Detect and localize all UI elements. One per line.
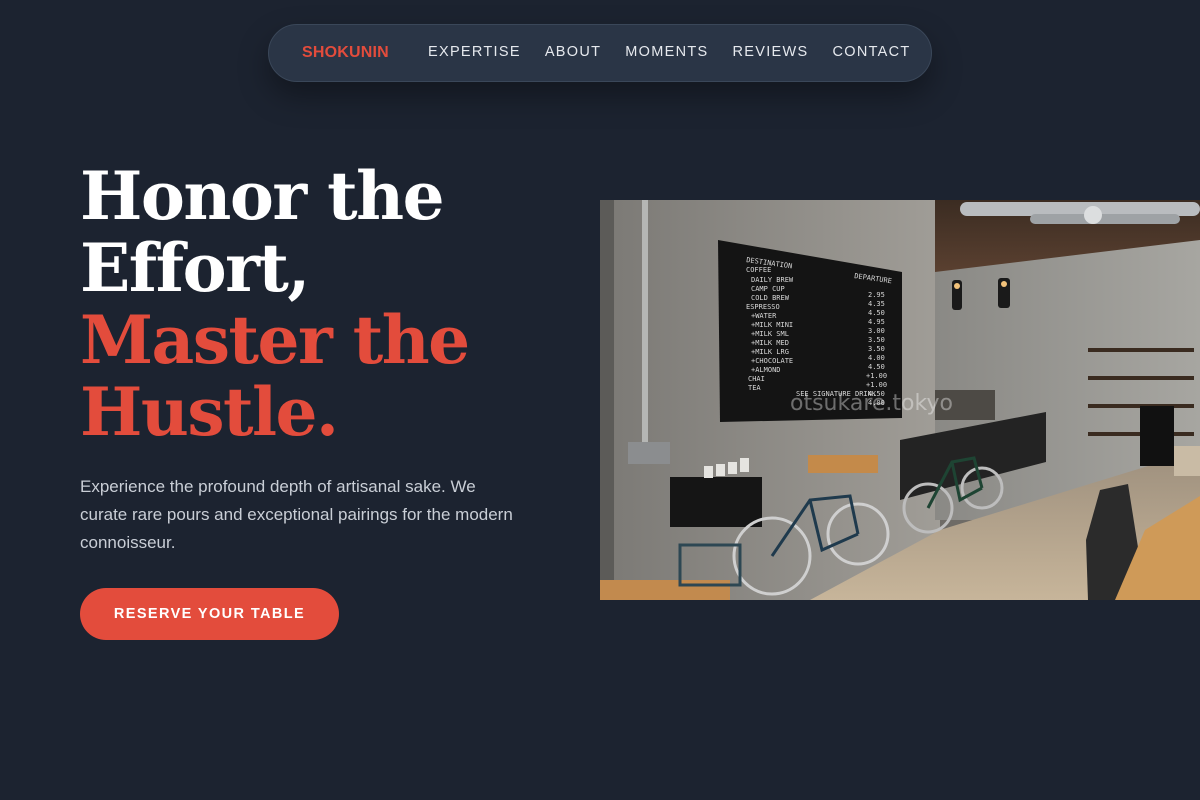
board-item: +MILK MED	[751, 339, 789, 347]
headline-line-2: Effort,	[80, 229, 310, 307]
board-item: DAILY BREW	[751, 276, 794, 284]
board-price: 4.00	[868, 354, 885, 362]
reserve-table-button[interactable]: RESERVE YOUR TABLE	[80, 588, 339, 640]
board-price: 3.50	[868, 336, 885, 344]
nav-link-reviews[interactable]: REVIEWS	[733, 44, 809, 60]
board-price: 3.00	[868, 327, 885, 335]
brand-logo[interactable]: SHOKUNIN	[302, 44, 389, 62]
hero-description: Experience the profound depth of artisan…	[80, 477, 513, 552]
board-price: 4.50	[868, 309, 885, 317]
board-item: +MILK SML	[751, 330, 789, 338]
board-item: CAMP CUP	[751, 285, 785, 293]
board-item: +MILK LRG	[751, 348, 789, 356]
board-item: ESPRESSO	[746, 303, 780, 311]
board-item: TEA	[748, 384, 761, 392]
nav-link-about[interactable]: ABOUT	[545, 44, 601, 60]
board-item: CHAI	[748, 375, 765, 383]
board-item: COFFEE	[746, 266, 771, 274]
board-price: 2.95	[868, 291, 885, 299]
board-item: +ALMOND	[751, 366, 781, 374]
board-item: +WATER	[751, 312, 777, 320]
headline-line-3: Master the	[80, 301, 470, 379]
board-price: +1.00	[866, 372, 887, 380]
board-item: +CHOCOLATE	[751, 357, 793, 365]
board-price: 3.50	[868, 345, 885, 353]
headline-line-1: Honor the	[80, 157, 445, 235]
nav-link-contact[interactable]: CONTACT	[832, 44, 910, 60]
cafe-interior-photo: DESTINATION DEPARTURE COFFEE DAILY BREW …	[600, 200, 1200, 600]
board-item: +MILK MINI	[751, 321, 793, 329]
nav-link-expertise[interactable]: EXPERTISE	[428, 44, 521, 60]
board-price: +1.00	[866, 381, 887, 389]
page: SHOKUNIN EXPERTISE ABOUT MOMENTS REVIEWS…	[0, 0, 1200, 800]
photo-watermark: otsukare.tokyo	[790, 391, 953, 416]
hero-headline: Honor the Effort, Master the Hustle.	[80, 160, 560, 448]
nav-link-moments[interactable]: MOMENTS	[625, 44, 708, 60]
top-nav: SHOKUNIN EXPERTISE ABOUT MOMENTS REVIEWS…	[268, 24, 932, 82]
board-item: COLD BREW	[751, 294, 790, 302]
board-price: 4.95	[868, 318, 885, 326]
board-price: 4.50	[868, 363, 885, 371]
nav-links: EXPERTISE ABOUT MOMENTS REVIEWS CONTACT	[428, 44, 935, 60]
headline-line-4: Hustle.	[80, 373, 339, 451]
board-price: 4.35	[868, 300, 885, 308]
